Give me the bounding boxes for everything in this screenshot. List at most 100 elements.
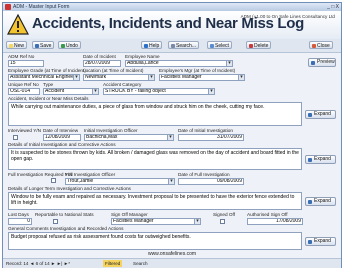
expand-icon bbox=[308, 240, 312, 244]
help-label: Help bbox=[149, 43, 160, 49]
expand-icon bbox=[308, 158, 312, 162]
warning-sign-icon bbox=[7, 14, 29, 35]
initial-officer-select[interactable]: Bachicha,Max bbox=[84, 134, 174, 141]
title-bar: ADM - Master Input Form _ □ X bbox=[3, 3, 341, 11]
lost-days-field[interactable]: 0 bbox=[8, 218, 32, 225]
delete-button[interactable]: Delete bbox=[246, 41, 272, 49]
preview-label: Preview bbox=[317, 59, 335, 65]
delete-icon bbox=[249, 43, 253, 48]
expand-button-3[interactable]: Expand bbox=[305, 197, 336, 206]
save-button[interactable]: Save bbox=[32, 41, 55, 49]
incident-date-field[interactable]: 28/07/2009 bbox=[83, 60, 121, 67]
interviewed-label: Interviewed Y/N bbox=[8, 128, 42, 133]
window-title: ADM - Master Input Form bbox=[13, 4, 70, 10]
search-label: Search... bbox=[176, 43, 197, 49]
select-label: Select bbox=[215, 43, 229, 49]
expand-label-1: Expand bbox=[314, 111, 331, 117]
location-label: Location (at Time of Incident) bbox=[83, 68, 144, 73]
search-icon bbox=[171, 43, 175, 48]
longer-term-label: Details of Longer Term Investigation and… bbox=[8, 186, 131, 191]
accident-category-select[interactable]: STRUCK BY - falling object bbox=[103, 88, 215, 95]
expand-label-3: Expand bbox=[314, 198, 331, 204]
initial-investigation-text[interactable]: It is suspected to be stones thrown by k… bbox=[8, 148, 302, 170]
expand-icon bbox=[308, 200, 312, 204]
signed-off-label: Signed Off bbox=[213, 212, 236, 217]
initial-investigation-date-label: Date of Initial Investigation bbox=[178, 128, 233, 133]
type-label: Type bbox=[43, 82, 54, 87]
employee-name-label: Employee Name bbox=[125, 54, 160, 59]
filtered-badge[interactable]: Filtered bbox=[103, 260, 123, 267]
nav-search-box[interactable]: Search bbox=[133, 259, 148, 268]
general-comments-text[interactable]: Budget proposal refused as risk assessme… bbox=[8, 232, 302, 250]
save-icon bbox=[35, 43, 39, 48]
initial-investigation-date-field[interactable]: 31/07/2009 bbox=[178, 134, 244, 141]
accident-category-label: Accident Category bbox=[103, 82, 142, 87]
employee-manager-label: Employee's Mgr (at Time of Incident) bbox=[159, 68, 236, 73]
expand-label-2: Expand bbox=[314, 156, 331, 162]
preview-icon bbox=[311, 61, 315, 65]
undo-button[interactable]: Undo bbox=[58, 41, 81, 49]
reportable-label: Reportable to National Stats bbox=[35, 212, 94, 217]
save-label: Save bbox=[40, 43, 52, 49]
select-button[interactable]: Select bbox=[207, 41, 232, 49]
initial-investigation-label: Details of Initial Investigation and Cor… bbox=[8, 142, 116, 147]
interviewed-checkbox[interactable] bbox=[13, 135, 18, 140]
undo-icon bbox=[61, 43, 65, 48]
lost-days-label: Lost Days bbox=[8, 212, 29, 217]
signoff-manager-label: Sign Off Manager bbox=[111, 212, 148, 217]
expand-icon bbox=[308, 113, 312, 117]
type-select[interactable]: Accident bbox=[43, 88, 99, 95]
footer-url[interactable]: www.onsafelines.com bbox=[3, 251, 341, 258]
app-header: Accidents, Incidents and Near Miss Log A… bbox=[3, 11, 341, 40]
signed-off-checkbox[interactable] bbox=[220, 219, 225, 224]
toolbar: New Save Undo Help Search... Select Dele… bbox=[3, 39, 341, 53]
expand-button-1[interactable]: Expand bbox=[305, 110, 336, 119]
adm-ref-field[interactable]: 15 bbox=[8, 60, 44, 67]
undo-label: Undo bbox=[66, 43, 78, 49]
expand-button-4[interactable]: Expand bbox=[305, 237, 336, 246]
employee-name-select[interactable]: Abdulla,Lance bbox=[125, 60, 233, 67]
adm-ref-label: ADM Ref No bbox=[8, 54, 35, 59]
accident-details-text[interactable]: While carrying out maintenance duties, a… bbox=[8, 102, 302, 126]
full-investigation-date-label: Date of Full Investigation bbox=[178, 172, 230, 177]
select-icon bbox=[210, 43, 214, 48]
preview-button[interactable]: Preview bbox=[308, 58, 336, 67]
unique-ref-label: Unique Ref No bbox=[8, 82, 39, 87]
employee-grade-label: Employee Grade (at Time of Incident) bbox=[8, 68, 86, 73]
search-button[interactable]: Search... bbox=[168, 41, 200, 49]
record-navigation-bar: Record: 14 ◄ 6 of 14 ► ►| ►* Filtered Se… bbox=[3, 258, 341, 268]
close-label: Close bbox=[317, 43, 330, 49]
full-required-checkbox[interactable] bbox=[51, 178, 56, 183]
expand-label-4: Expand bbox=[314, 238, 331, 244]
accident-details-label: Accident, Incident or Near Miss Details bbox=[8, 96, 89, 101]
record-navigator[interactable]: Record: 14 ◄ 6 of 14 ► ►| ►* bbox=[6, 259, 70, 268]
longer-term-text[interactable]: Window to be fully exam and repaired as … bbox=[8, 192, 302, 210]
employee-manager-select[interactable]: Facilities Manager bbox=[159, 74, 245, 81]
main-window: ADM - Master Input Form _ □ X Accidents,… bbox=[2, 2, 342, 268]
help-button[interactable]: Help bbox=[141, 41, 163, 49]
delete-label: Delete bbox=[254, 43, 269, 49]
general-comments-label: General Comments Investigation and Recor… bbox=[8, 226, 124, 231]
employee-grade-select[interactable]: Assistant Mechnical Engineer bbox=[8, 74, 80, 81]
help-icon bbox=[144, 43, 148, 48]
full-officer-select[interactable]: Trout,Jamie bbox=[65, 178, 175, 185]
authorised-signoff-field[interactable]: 17/08/2009 bbox=[247, 218, 303, 225]
close-icon bbox=[312, 43, 316, 48]
new-button[interactable]: New bbox=[6, 41, 28, 49]
new-label: New bbox=[14, 43, 25, 49]
full-required-label: Full Investigation Required Y/N bbox=[8, 172, 73, 177]
window-controls[interactable]: _ □ X bbox=[327, 4, 339, 10]
full-investigation-date-field[interactable]: 09/08/2009 bbox=[178, 178, 244, 185]
location-select[interactable]: Newmark bbox=[83, 74, 155, 81]
close-button[interactable]: Close bbox=[309, 41, 333, 49]
user-company-label: ADM (+1.00 to On Safe Lines Consultancy … bbox=[240, 14, 335, 19]
initial-officer-label: Initial Investigation Officer bbox=[84, 128, 138, 133]
app-icon bbox=[5, 4, 11, 10]
unique-ref-field[interactable]: OSL-014 bbox=[8, 88, 40, 95]
incident-date-label: Date of Incident bbox=[83, 54, 116, 59]
expand-button-2[interactable]: Expand bbox=[305, 155, 336, 164]
full-officer-label: Full Investigation Officer bbox=[65, 172, 116, 177]
interview-date-field[interactable]: 12/08/2009 bbox=[43, 134, 81, 141]
reportable-checkbox[interactable] bbox=[53, 219, 58, 224]
signoff-manager-select[interactable]: Facilities Manager bbox=[111, 218, 201, 225]
